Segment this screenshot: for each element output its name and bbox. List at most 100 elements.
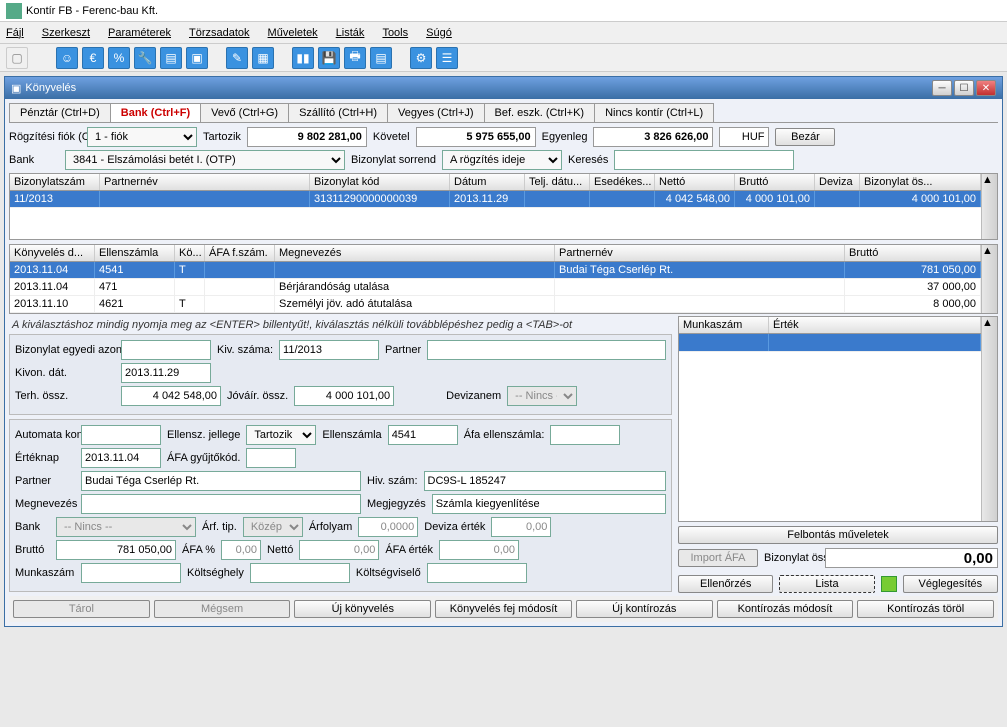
toolbar-new-icon[interactable]: ▢ xyxy=(6,47,28,69)
ellensz-jel-select[interactable]: Tartozik xyxy=(246,425,316,445)
toolbar-print-icon[interactable]: 🖶 xyxy=(344,47,366,69)
partner-input[interactable] xyxy=(427,340,666,360)
menu-ops[interactable]: Műveletek xyxy=(268,27,318,39)
netto-input[interactable] xyxy=(299,540,379,560)
g2h3[interactable]: ÁFA f.szám. xyxy=(205,245,275,261)
ellenszamla-input[interactable] xyxy=(388,425,458,445)
lista-button[interactable]: Lista xyxy=(779,575,874,593)
toolbar-doc-icon[interactable]: ▤ xyxy=(160,47,182,69)
afaertek-input[interactable] xyxy=(439,540,519,560)
toolbar-percent-icon[interactable]: % xyxy=(108,47,130,69)
g2h5[interactable]: Partnernév xyxy=(555,245,845,261)
automata-input[interactable] xyxy=(81,425,161,445)
munkaszam-input[interactable] xyxy=(81,563,181,583)
brutto-input[interactable] xyxy=(56,540,176,560)
vegleg-button[interactable]: Véglegesítés xyxy=(903,575,998,593)
table-row[interactable] xyxy=(679,334,981,352)
megsem-button[interactable]: Mégsem xyxy=(154,600,291,618)
import-afa-button[interactable]: Import ÁFA xyxy=(678,549,758,567)
rogz-fiok-select[interactable]: 1 - fiók xyxy=(87,127,197,147)
biz-sorrend-select[interactable]: A rögzítés ideje xyxy=(442,150,562,170)
partner2-input[interactable] xyxy=(81,471,361,491)
tab-vegyes[interactable]: Vegyes (Ctrl+J) xyxy=(387,103,485,122)
toolbar-user-icon[interactable]: ☺ xyxy=(56,47,78,69)
g2h2[interactable]: Kö... xyxy=(175,245,205,261)
bezar-button[interactable]: Bezár xyxy=(775,128,835,146)
konyveles-fej-button[interactable]: Könyvelés fej módosít xyxy=(435,600,572,618)
table-row[interactable]: 2013.11.04 471 Bérjárandóság utalása 37 … xyxy=(10,279,981,296)
menu-file[interactable]: Fájl xyxy=(6,27,24,39)
erteknap-input[interactable] xyxy=(81,448,161,468)
tab-befeszkoz[interactable]: Bef. eszk. (Ctrl+K) xyxy=(484,103,596,122)
g1h9[interactable]: Bizonylat ös... xyxy=(860,174,981,190)
afa-ellen-input[interactable] xyxy=(550,425,620,445)
kivon-dat-input[interactable] xyxy=(121,363,211,383)
tab-nincskontir[interactable]: Nincs kontír (Ctrl+L) xyxy=(594,103,714,122)
arftip-select[interactable]: Közép xyxy=(243,517,303,537)
biz-egyedi-input[interactable] xyxy=(121,340,211,360)
devizanem-select[interactable]: -- Nincs -- xyxy=(507,386,577,406)
g1h8[interactable]: Deviza xyxy=(815,174,860,190)
g2h6[interactable]: Bruttó xyxy=(845,245,981,261)
table-row[interactable]: 11/2013 31311290000000039 2013.11.29 4 0… xyxy=(10,191,981,208)
g2h1[interactable]: Ellenszámla xyxy=(95,245,175,261)
g2h4[interactable]: Megnevezés xyxy=(275,245,555,261)
grid2-scrollbar[interactable]: ▲ xyxy=(981,245,997,313)
afa-gyujto-input[interactable] xyxy=(246,448,296,468)
g1h4[interactable]: Telj. dátu... xyxy=(525,174,590,190)
g1h7[interactable]: Bruttó xyxy=(735,174,815,190)
g1h6[interactable]: Nettó xyxy=(655,174,735,190)
munka-h1[interactable]: Érték xyxy=(769,317,981,333)
menu-params[interactable]: Paraméterek xyxy=(108,27,171,39)
kereses-input[interactable] xyxy=(614,150,794,170)
megnev-input[interactable] xyxy=(81,494,361,514)
maximize-button[interactable]: ☐ xyxy=(954,80,974,96)
tarol-button[interactable]: Tárol xyxy=(13,600,150,618)
toolbar-list-icon[interactable]: ☰ xyxy=(436,47,458,69)
toolbar-gear-icon[interactable]: ⚙ xyxy=(410,47,432,69)
hivszam-input[interactable] xyxy=(424,471,666,491)
table-row[interactable]: 2013.11.04 4541 T Budai Téga Cserlép Rt.… xyxy=(10,262,981,279)
koltseghely-input[interactable] xyxy=(250,563,350,583)
koltsegviselo-input[interactable] xyxy=(427,563,527,583)
excel-icon[interactable] xyxy=(881,576,897,592)
kontirozas-torol-button[interactable]: Kontírozás töröl xyxy=(857,600,994,618)
menu-master[interactable]: Törzsadatok xyxy=(189,27,250,39)
kontirozas-modosit-button[interactable]: Kontírozás módosít xyxy=(717,600,854,618)
bank-select[interactable]: 3841 - Elszámolási betét I. (OTP) xyxy=(65,150,345,170)
minimize-button[interactable]: ─ xyxy=(932,80,952,96)
close-button[interactable]: ✕ xyxy=(976,80,996,96)
jova-input[interactable] xyxy=(294,386,394,406)
deviza-ertek-input[interactable] xyxy=(491,517,551,537)
toolbar-wrench-icon[interactable]: 🔧 xyxy=(134,47,156,69)
munka-scrollbar[interactable]: ▲ xyxy=(981,317,997,521)
munka-h0[interactable]: Munkaszám xyxy=(679,317,769,333)
g1h5[interactable]: Esedékes... xyxy=(590,174,655,190)
tab-penztar[interactable]: Pénztár (Ctrl+D) xyxy=(9,103,111,122)
menu-tools[interactable]: Tools xyxy=(382,27,408,39)
tab-vevo[interactable]: Vevő (Ctrl+G) xyxy=(200,103,289,122)
toolbar-book-icon[interactable]: ▣ xyxy=(186,47,208,69)
ellenorzes-button[interactable]: Ellenőrzés xyxy=(678,575,773,593)
toolbar-euro-icon[interactable]: € xyxy=(82,47,104,69)
tab-szallito[interactable]: Szállító (Ctrl+H) xyxy=(288,103,388,122)
felbontas-button[interactable]: Felbontás műveletek xyxy=(678,526,998,544)
toolbar-cal-icon[interactable]: ▤ xyxy=(370,47,392,69)
terh-input[interactable] xyxy=(121,386,221,406)
arfolyam-input[interactable] xyxy=(358,517,418,537)
grid1-scrollbar[interactable]: ▲ xyxy=(981,174,997,239)
g1h0[interactable]: Bizonylatszám xyxy=(10,174,100,190)
megjegy-input[interactable] xyxy=(432,494,666,514)
uj-konyveles-button[interactable]: Új könyvelés xyxy=(294,600,431,618)
tab-bank[interactable]: Bank (Ctrl+F) xyxy=(110,103,201,122)
menu-edit[interactable]: Szerkeszt xyxy=(42,27,90,39)
g1h3[interactable]: Dátum xyxy=(450,174,525,190)
toolbar-save-icon[interactable]: 💾 xyxy=(318,47,340,69)
toolbar-chart-icon[interactable]: ▮▮ xyxy=(292,47,314,69)
toolbar-edit-icon[interactable]: ✎ xyxy=(226,47,248,69)
uj-kontirozas-button[interactable]: Új kontírozás xyxy=(576,600,713,618)
table-row[interactable]: 2013.11.10 4621 T Személyi jöv. adó átut… xyxy=(10,296,981,313)
afapct-input[interactable] xyxy=(221,540,261,560)
toolbar-calc-icon[interactable]: ▦ xyxy=(252,47,274,69)
g1h1[interactable]: Partnernév xyxy=(100,174,310,190)
